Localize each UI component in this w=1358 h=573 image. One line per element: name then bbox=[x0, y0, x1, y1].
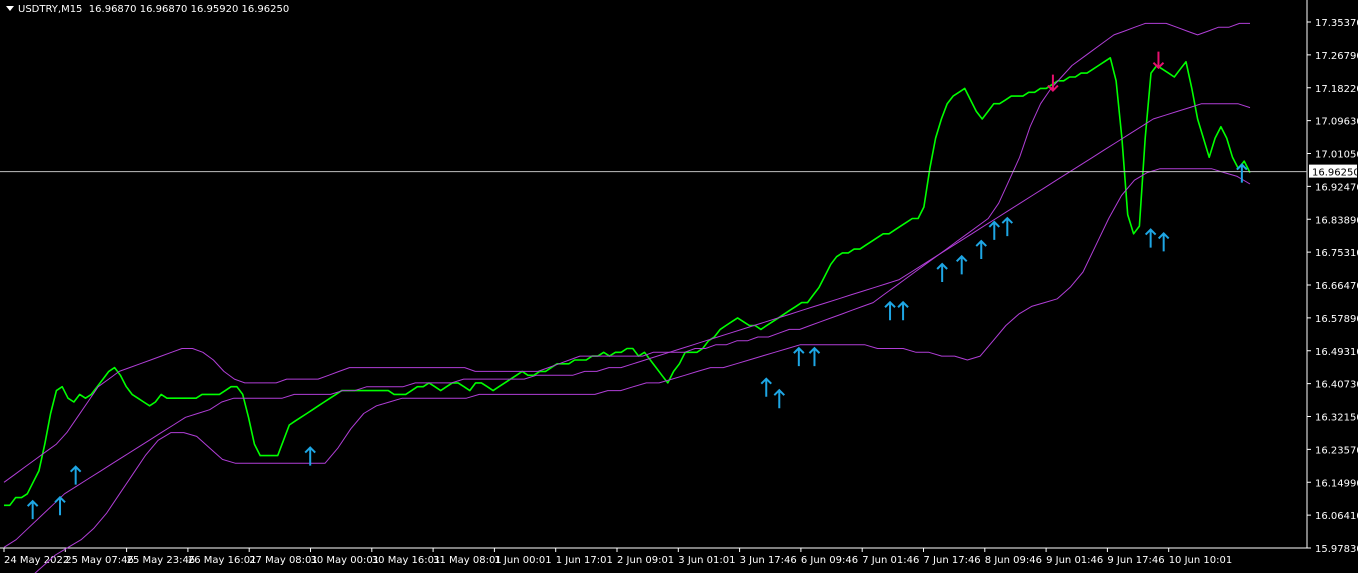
buy-arrow-icon bbox=[1157, 231, 1170, 252]
buy-arrow-icon bbox=[975, 239, 987, 260]
price-line bbox=[4, 57, 1251, 507]
y-tick-label: 16.75310 bbox=[1315, 248, 1358, 259]
x-tick-label: 6 Jun 09:46 bbox=[801, 555, 858, 566]
buy-arrow-icon bbox=[1001, 216, 1014, 237]
buy-arrow-icon bbox=[1144, 228, 1157, 248]
x-tick-label: 27 May 08:01 bbox=[249, 555, 318, 566]
buy-arrow-icon bbox=[884, 300, 896, 321]
y-tick-label: 16.49310 bbox=[1315, 347, 1358, 358]
y-tick-label: 16.40730 bbox=[1315, 380, 1358, 391]
y-tick-label: 15.97830 bbox=[1315, 544, 1358, 555]
buy-arrow-icon bbox=[955, 254, 968, 275]
x-tick-label: 7 Jun 01:46 bbox=[862, 555, 919, 566]
buy-arrow-icon bbox=[54, 495, 66, 516]
x-tick-label: 26 May 16:01 bbox=[188, 555, 257, 566]
y-tick-label: 17.35370 bbox=[1315, 18, 1358, 29]
x-tick-label: 3 Jun 17:46 bbox=[740, 555, 797, 566]
y-tick-label: 16.83890 bbox=[1315, 215, 1358, 226]
x-tick-label: 9 Jun 01:46 bbox=[1046, 555, 1103, 566]
x-tick-label: 30 May 16:01 bbox=[372, 555, 441, 566]
buy-arrow-icon bbox=[936, 262, 948, 282]
y-tick-label: 16.23570 bbox=[1315, 445, 1358, 456]
x-tick-label: 2 Jun 09:01 bbox=[617, 555, 674, 566]
x-tick-label: 25 May 07:46 bbox=[65, 555, 134, 566]
x-tick-label: 1 Jun 17:01 bbox=[556, 555, 613, 566]
x-tick-label: 3 Jun 01:01 bbox=[678, 555, 735, 566]
chart-canvas[interactable]: 17.35370 17.26790 17.18220 17.09630 17.01050… bbox=[0, 0, 1358, 573]
buy-arrow-icon bbox=[897, 300, 909, 321]
buy-arrow-icon bbox=[808, 346, 821, 367]
buy-arrow-icon bbox=[69, 465, 82, 485]
y-tick-label: 17.26790 bbox=[1315, 51, 1358, 62]
x-tick-label: 25 May 23:46 bbox=[127, 555, 196, 566]
y-tick-label: 16.57890 bbox=[1315, 314, 1358, 325]
y-tick-label: 16.66470 bbox=[1315, 281, 1358, 292]
x-tick-label: 9 Jun 17:46 bbox=[1107, 555, 1164, 566]
x-tick-label: 31 May 08:01 bbox=[433, 555, 502, 566]
x-tick-label: 8 Jun 09:46 bbox=[985, 555, 1042, 566]
buy-arrow-icon bbox=[26, 499, 39, 520]
x-tick-label: 1 Jun 00:01 bbox=[494, 555, 551, 566]
x-tick-label: 24 May 2022 bbox=[4, 555, 69, 566]
buy-arrow-icon bbox=[1236, 163, 1248, 183]
y-tick-label: 17.01050 bbox=[1315, 150, 1358, 161]
x-tick-label: 30 May 00:01 bbox=[311, 555, 380, 566]
lower-band-line bbox=[34, 168, 1251, 573]
sell-arrow-icon bbox=[1152, 51, 1165, 70]
buy-arrow-icon bbox=[773, 388, 785, 409]
y-tick-label: 16.92470 bbox=[1315, 182, 1358, 193]
middle-band-line bbox=[3, 103, 1251, 548]
buy-arrow-icon bbox=[760, 377, 772, 397]
y-tick-label: 17.18220 bbox=[1315, 84, 1358, 95]
price-chart[interactable]: USDTRY,M15 16.96870 16.96870 16.95920 16… bbox=[0, 0, 1358, 573]
x-tick-label: 7 Jun 17:46 bbox=[924, 555, 981, 566]
y-tick-label: 16.06410 bbox=[1315, 511, 1358, 522]
y-tick-label: 16.14990 bbox=[1315, 478, 1358, 489]
buy-arrow-icon bbox=[988, 220, 1000, 240]
y-tick-label: 17.09630 bbox=[1315, 117, 1358, 128]
buy-arrow-icon bbox=[793, 346, 805, 367]
y-tick-label: 16.32150 bbox=[1315, 413, 1358, 424]
upper-band-line bbox=[3, 22, 1250, 483]
current-price-label: 16.96250 bbox=[1312, 168, 1358, 179]
x-tick-label: 10 Jun 10:01 bbox=[1169, 555, 1233, 566]
